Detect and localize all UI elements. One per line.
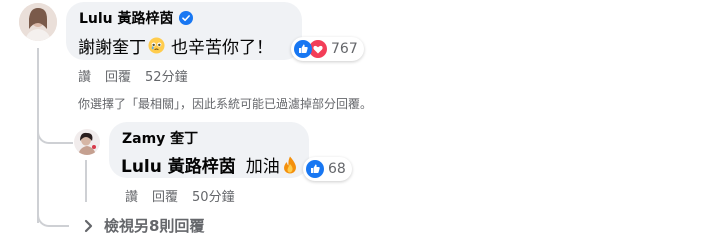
reply-reply-button[interactable]: 回覆 xyxy=(152,186,178,205)
reply-actions: 讚 回覆 50分鐘 xyxy=(125,186,235,205)
like-reaction-icon xyxy=(306,160,324,178)
comment-reaction-count: 767 xyxy=(331,41,358,57)
comment-text-prefix: 謝謝奎丁 xyxy=(78,38,146,58)
comment-like-button[interactable]: 讚 xyxy=(78,66,91,85)
view-more-replies-label[interactable]: 檢視另8則回覆 xyxy=(104,215,204,236)
thread-line-reply xyxy=(85,160,87,202)
reply-timestamp[interactable]: 50分鐘 xyxy=(192,186,235,205)
reply-text-body: 加油 xyxy=(245,157,280,177)
comment-reply-button[interactable]: 回覆 xyxy=(105,66,131,85)
fire-emoji-icon xyxy=(283,156,296,173)
comment-author-name[interactable]: Lulu 黃路梓茵 xyxy=(79,8,174,28)
reply-arrow-icon xyxy=(84,219,93,232)
thread-line-more xyxy=(37,205,69,227)
reply-like-button[interactable]: 讚 xyxy=(125,186,138,205)
comment-reactions[interactable]: 767 xyxy=(291,37,364,61)
reply-author-name[interactable]: Zamy 奎丁 xyxy=(122,128,198,148)
comment-text: 謝謝奎丁 也辛苦你了！ xyxy=(78,33,273,58)
like-reaction-icon xyxy=(294,40,312,58)
avatar-lulu[interactable] xyxy=(19,3,57,41)
comment-actions: 讚 回覆 52分鐘 xyxy=(78,66,188,85)
reply-mention[interactable]: Lulu 黃路梓茵 xyxy=(121,152,236,177)
thread-line-branch xyxy=(37,120,73,144)
teary-face-emoji-icon xyxy=(148,37,165,54)
filter-note: 你選擇了「最相關」，因此系統可能已過濾掉部分回覆。 xyxy=(78,97,373,111)
verified-badge-icon xyxy=(178,11,193,25)
comment-text-suffix: 也辛苦你了！ xyxy=(171,38,273,58)
reply-reaction-count: 68 xyxy=(328,161,346,177)
view-more-replies-button[interactable]: 檢視另8則回覆 xyxy=(80,215,204,236)
comment-timestamp[interactable]: 52分鐘 xyxy=(145,66,188,85)
reply-author[interactable]: Zamy 奎丁 xyxy=(122,128,198,148)
comment-author[interactable]: Lulu 黃路梓茵 xyxy=(79,8,193,28)
avatar-zamy[interactable] xyxy=(74,129,100,155)
reply-text: Lulu 黃路梓茵 加油 xyxy=(121,152,300,177)
reply-reactions[interactable]: 68 xyxy=(303,157,352,181)
